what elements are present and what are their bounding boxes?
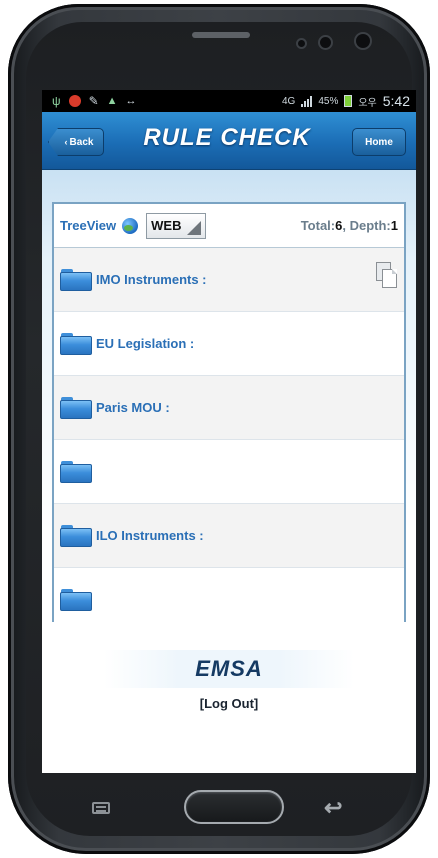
tree-rows: IMO Instruments : EU Legislation : Paris… xyxy=(54,248,404,632)
tree-stats: Total:6, Depth:1 xyxy=(300,218,398,233)
page-title: RULE CHECK xyxy=(143,124,311,151)
back-key-icon[interactable]: ↩ xyxy=(324,795,342,821)
folder-icon xyxy=(60,460,92,483)
depth-value: 1 xyxy=(390,218,398,233)
pen-icon: ✎ xyxy=(88,94,99,108)
chevron-left-icon: ‹ xyxy=(64,137,68,147)
page-footer: EMSA [Log Out] xyxy=(42,650,416,711)
mode-select-value: WEB xyxy=(151,218,182,233)
depth-label: Depth: xyxy=(349,218,391,233)
sync-icon: ↔ xyxy=(125,95,137,107)
tree-row[interactable]: EU Legislation : xyxy=(54,312,404,376)
tree-row-label: ILO Instruments : xyxy=(96,528,204,543)
back-button[interactable]: ‹ Back xyxy=(48,128,104,156)
folder-icon xyxy=(60,396,92,419)
folder-icon xyxy=(60,332,92,355)
folder-icon xyxy=(60,268,92,291)
tree-row[interactable]: IMO Instruments : xyxy=(54,248,404,312)
tree-row[interactable]: ILO Instruments : xyxy=(54,504,404,568)
notification-app-icon xyxy=(68,95,81,107)
usb-icon: ψ xyxy=(52,94,61,108)
folder-icon xyxy=(60,589,92,611)
app-header: ‹ Back RULE CHECK Home xyxy=(42,112,416,170)
home-button[interactable]: Home xyxy=(352,128,406,156)
tree-row-label: EU Legislation : xyxy=(96,336,195,351)
tree-row[interactable]: Paris MOU : xyxy=(54,376,404,440)
tree-view-panel: TreeView WEB Total:6, Depth:1 IMO Instru… xyxy=(52,202,406,632)
globe-icon[interactable] xyxy=(122,217,139,234)
sensor-dot xyxy=(298,40,305,47)
network-type-label: 4G xyxy=(281,95,296,107)
tree-view-label: TreeView xyxy=(60,218,117,233)
battery-percent: 45% xyxy=(318,95,339,107)
phone-screen: ψ ✎ ▲ ↔ 4G 45% 오우 5:42 ‹ Back RULE CHECK… xyxy=(42,90,416,773)
folder-icon xyxy=(60,524,92,547)
content-area: TreeView WEB Total:6, Depth:1 IMO Instru… xyxy=(42,170,416,773)
status-bar: ψ ✎ ▲ ↔ 4G 45% 오우 5:42 xyxy=(42,90,416,112)
signal-icon xyxy=(301,95,313,107)
tree-row-label: IMO Instruments : xyxy=(96,272,207,287)
mode-select[interactable]: WEB xyxy=(146,212,207,239)
copy-icon[interactable] xyxy=(376,262,398,288)
menu-key-icon[interactable] xyxy=(92,802,110,814)
back-button-label: Back xyxy=(69,136,94,148)
front-camera xyxy=(356,34,370,48)
brand-logo-text: EMSA xyxy=(195,656,263,681)
logout-link[interactable]: [Log Out] xyxy=(42,696,416,711)
home-key[interactable] xyxy=(184,790,284,824)
earpiece-speaker xyxy=(192,32,250,38)
carrier-label: 오우 xyxy=(358,97,377,109)
tree-view-header: TreeView WEB Total:6, Depth:1 xyxy=(54,204,404,248)
tree-row[interactable] xyxy=(54,440,404,504)
download-icon: ▲ xyxy=(106,95,118,107)
sensor-dot xyxy=(320,37,331,48)
tree-row[interactable] xyxy=(54,568,404,632)
clock-time: 5:42 xyxy=(382,93,410,109)
brand-band: EMSA xyxy=(104,650,354,688)
tree-row-label: Paris MOU : xyxy=(96,400,170,415)
dropdown-corner-icon xyxy=(187,220,202,235)
total-label: Total: xyxy=(300,218,336,233)
battery-icon xyxy=(344,95,353,107)
